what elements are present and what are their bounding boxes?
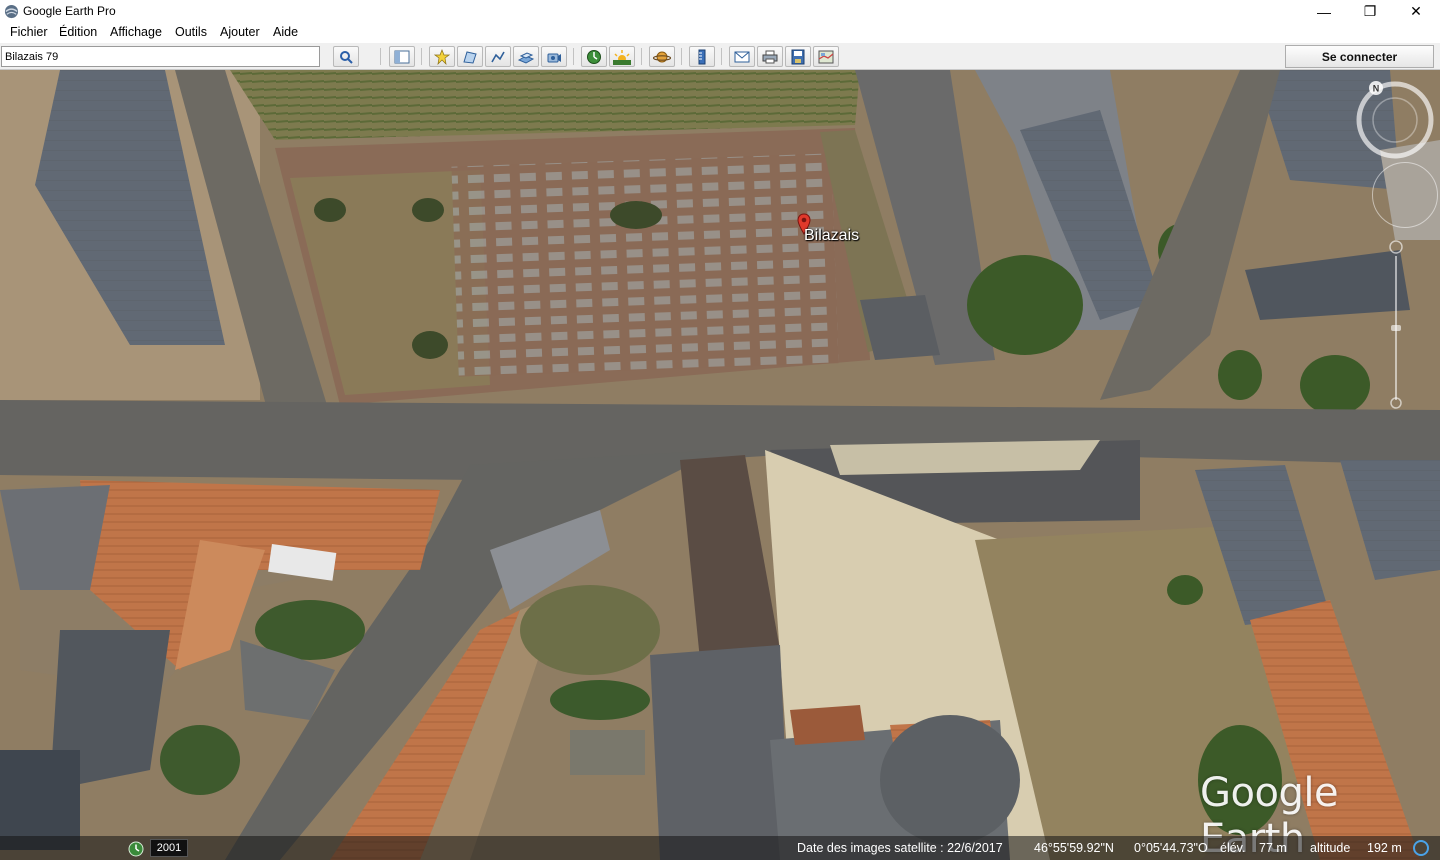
satellite-imagery	[0, 70, 1440, 860]
map-viewport[interactable]: Bilazais N Google Earth	[0, 70, 1440, 860]
toolbar-separator	[641, 48, 642, 65]
toolbar-separator	[380, 48, 381, 65]
print-icon	[762, 50, 778, 63]
record-tour-icon	[547, 53, 561, 62]
historical-imagery-clock-icon[interactable]	[128, 841, 144, 857]
polygon-add-icon	[463, 50, 477, 64]
maximize-button[interactable]: ❐	[1347, 0, 1393, 23]
print-button[interactable]	[757, 46, 783, 67]
imagery-year-badge[interactable]: 2001	[150, 839, 188, 857]
zoom-slider[interactable]	[1389, 240, 1403, 410]
placemark-add-icon	[434, 48, 450, 65]
email-icon	[734, 51, 750, 62]
elevation-value: 77 m	[1259, 841, 1287, 855]
historical-imagery-button[interactable]	[581, 46, 607, 67]
sidebar-toggle-button[interactable]	[389, 46, 415, 67]
add-path-button[interactable]	[485, 46, 511, 67]
latitude-readout: 46°55'59.92"N	[1034, 841, 1114, 855]
compass-north-label: N	[1373, 84, 1380, 94]
planets-icon	[653, 51, 671, 62]
path-add-icon	[491, 51, 505, 62]
historical-imagery-icon	[587, 49, 601, 64]
toolbar-separator	[681, 48, 682, 65]
planets-button[interactable]	[649, 46, 675, 67]
toolbar-separator	[721, 48, 722, 65]
imagery-date: Date des images satellite : 22/6/2017	[797, 841, 1003, 855]
toolbar-separator	[573, 48, 574, 65]
toolbar: Se connecter	[0, 43, 1440, 70]
minimize-button[interactable]: —	[1301, 0, 1347, 23]
add-placemark-button[interactable]	[429, 46, 455, 67]
look-joystick[interactable]	[1372, 162, 1438, 228]
search-input[interactable]	[1, 46, 320, 67]
ruler-icon	[698, 49, 706, 64]
streaming-status-icon	[1413, 840, 1429, 856]
add-polygon-button[interactable]	[457, 46, 483, 67]
menu-bar: Fichier Édition Affichage Outils Ajouter…	[0, 23, 1440, 43]
menu-outils[interactable]: Outils	[175, 25, 207, 39]
google-maps-button[interactable]	[813, 46, 839, 67]
altitude-value: 192 m	[1367, 841, 1402, 855]
record-tour-button[interactable]	[541, 46, 567, 67]
menu-aide[interactable]: Aide	[273, 25, 298, 39]
add-image-overlay-button[interactable]	[513, 46, 539, 67]
longitude-readout: 0°05'44.73"O	[1134, 841, 1208, 855]
menu-affichage[interactable]: Affichage	[110, 25, 162, 39]
save-image-icon	[791, 49, 805, 64]
sunlight-button[interactable]	[609, 46, 635, 67]
title-bar: Google Earth Pro — ❐ ✕	[0, 0, 1440, 23]
search-icon	[340, 50, 353, 64]
compass-icon[interactable]: N	[1355, 80, 1435, 160]
sidebar-toggle-icon	[394, 50, 410, 63]
toolbar-separator	[421, 48, 422, 65]
sun-icon	[613, 49, 631, 65]
ruler-button[interactable]	[689, 46, 715, 67]
save-image-button[interactable]	[785, 46, 811, 67]
image-overlay-add-icon	[518, 51, 534, 64]
menu-ajouter[interactable]: Ajouter	[220, 25, 260, 39]
status-bar: 2001 Date des images satellite : 22/6/20…	[0, 836, 1440, 860]
google-earth-app-icon	[4, 4, 19, 19]
menu-edition[interactable]: Édition	[59, 25, 97, 39]
elevation-label: élév.	[1220, 841, 1246, 855]
menu-fichier[interactable]: Fichier	[10, 25, 48, 39]
sign-in-button[interactable]: Se connecter	[1285, 45, 1434, 68]
search-button[interactable]	[333, 46, 359, 67]
close-button[interactable]: ✕	[1393, 0, 1439, 23]
window-title: Google Earth Pro	[23, 4, 116, 18]
altitude-label: altitude	[1310, 841, 1351, 855]
placemark-label[interactable]: Bilazais	[804, 227, 859, 245]
email-button[interactable]	[729, 46, 755, 67]
google-maps-icon	[818, 50, 834, 63]
